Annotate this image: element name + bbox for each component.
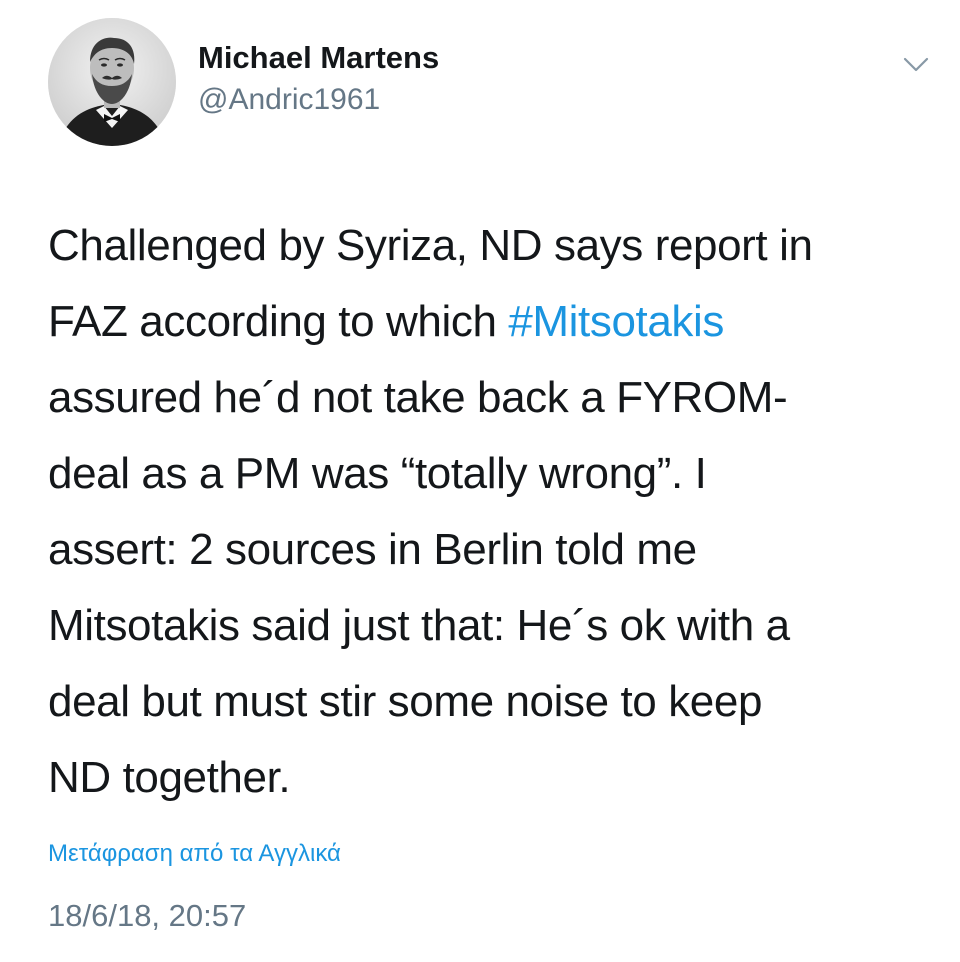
tweet-text-line: Challenged by Syriza, ND says report in <box>48 208 928 284</box>
portrait-avatar-icon <box>48 18 176 146</box>
text-segment: FAZ according to which <box>48 297 509 346</box>
hashtag-link[interactable]: #Mitsotakis <box>508 297 724 346</box>
tweet-text-line: FAZ according to which #Mitsotakis <box>48 284 928 360</box>
tweet-text-line: deal but must stir some noise to keep <box>48 664 928 740</box>
user-handle[interactable]: @Andric1961 <box>198 78 439 122</box>
translate-link[interactable]: Μετάφραση από τα Αγγλικά <box>48 838 341 870</box>
tweet-menu-button[interactable] <box>900 52 932 76</box>
text-segment: deal but must stir some noise to keep <box>48 677 763 726</box>
chevron-down-icon <box>903 57 929 72</box>
display-name[interactable]: Michael Martens <box>198 38 439 78</box>
tweet-text-line: ND together. <box>48 740 928 816</box>
tweet-card: Michael Martens @Andric1961 Challenged b… <box>0 0 960 962</box>
text-segment: deal as a PM was “totally wrong”. I <box>48 449 707 498</box>
author-names: Michael Martens @Andric1961 <box>198 38 439 122</box>
text-segment: Mitsotakis said just that: He´s ok with … <box>48 601 790 650</box>
text-segment: ND together. <box>48 753 291 802</box>
tweet-text-line: Mitsotakis said just that: He´s ok with … <box>48 588 928 664</box>
tweet-text-line: assert: 2 sources in Berlin told me <box>48 512 928 588</box>
avatar[interactable] <box>48 18 176 146</box>
tweet-timestamp[interactable]: 18/6/18, 20:57 <box>48 896 246 936</box>
tweet-text: Challenged by Syriza, ND says report in … <box>48 208 928 816</box>
tweet-text-line: assured he´d not take back a FYROM- <box>48 360 928 436</box>
text-segment: assert: 2 sources in Berlin told me <box>48 525 697 574</box>
text-segment: assured he´d not take back a FYROM- <box>48 373 788 422</box>
tweet-text-line: deal as a PM was “totally wrong”. I <box>48 436 928 512</box>
tweet-header: Michael Martens @Andric1961 <box>48 18 929 148</box>
text-segment: Challenged by Syriza, ND says report in <box>48 221 813 270</box>
